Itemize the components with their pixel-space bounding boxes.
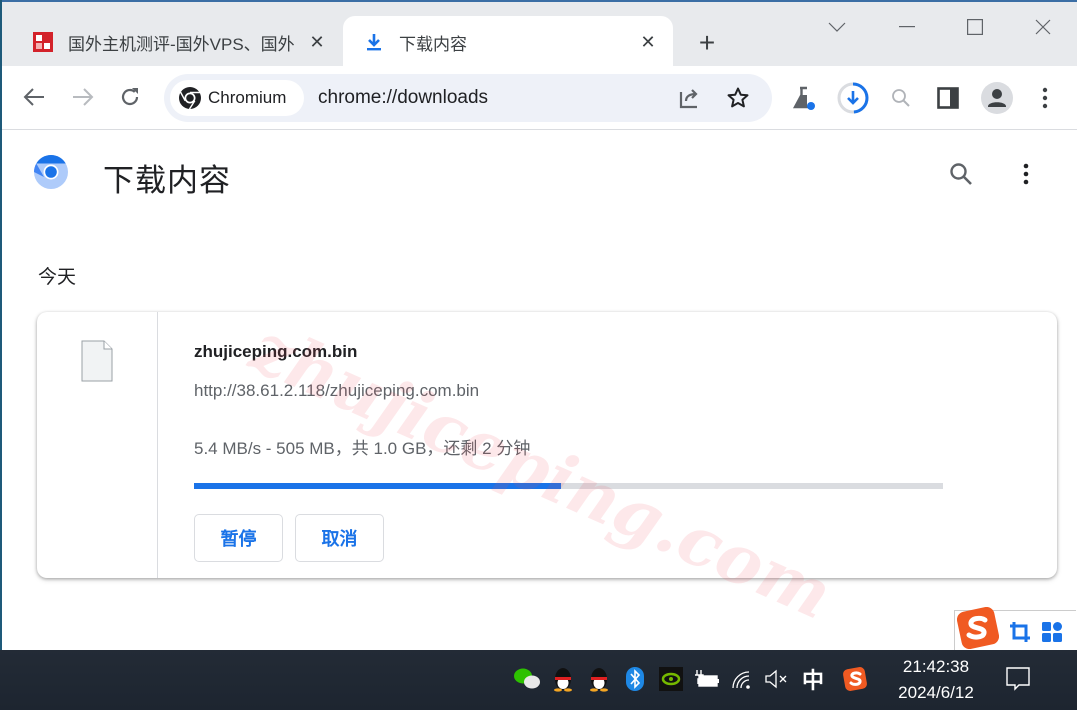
action-center-button[interactable] bbox=[1002, 664, 1034, 694]
new-tab-button[interactable]: + bbox=[692, 27, 722, 58]
omnibox[interactable]: Chromium chrome://downloads bbox=[164, 74, 772, 122]
download-icon bbox=[367, 34, 381, 51]
file-icon bbox=[81, 340, 113, 382]
tab-title: 国外主机测评-国外VPS、国外 bbox=[68, 34, 295, 54]
zoom-indicator-button[interactable] bbox=[883, 80, 919, 116]
share-icon bbox=[679, 89, 698, 109]
qq-icon bbox=[590, 668, 608, 692]
download-filename[interactable]: zhujiceping.com.bin bbox=[194, 342, 357, 362]
page-more-button[interactable] bbox=[1012, 157, 1040, 191]
browser-menu-button[interactable] bbox=[1027, 80, 1063, 116]
date-section-label: 今天 bbox=[38, 267, 77, 288]
clock-time: 21:42:38 bbox=[902, 657, 970, 676]
ime-floating-bar bbox=[954, 607, 1076, 650]
search-downloads-button[interactable] bbox=[944, 157, 978, 191]
battery-charging-icon bbox=[695, 670, 719, 687]
tab-zhujiceping[interactable]: 国外主机测评-国外VPS、国外 ✕ bbox=[12, 16, 342, 68]
download-status: 5.4 MB/s - 505 MB，共 1.0 GB，还剩 2 分钟 bbox=[194, 439, 531, 458]
close-window-button[interactable] bbox=[1023, 12, 1063, 42]
clock-date: 2024/6/12 bbox=[898, 683, 974, 702]
close-tab-icon[interactable]: ✕ bbox=[304, 29, 330, 55]
site-seal-icon bbox=[33, 32, 53, 52]
tab-strip: 国外主机测评-国外VPS、国外 ✕ 下载内容 ✕ + bbox=[2, 0, 1077, 68]
download-progress-bar bbox=[194, 483, 943, 489]
tray-sogou[interactable] bbox=[840, 664, 870, 694]
tray-nvidia[interactable] bbox=[656, 664, 686, 694]
forward-button[interactable] bbox=[66, 80, 100, 114]
labs-button[interactable] bbox=[786, 80, 822, 116]
notification-icon bbox=[1006, 667, 1030, 691]
reload-button[interactable] bbox=[113, 80, 147, 114]
file-icon-column bbox=[37, 312, 158, 578]
tab-downloads[interactable]: 下载内容 ✕ bbox=[343, 16, 673, 68]
tray-battery[interactable] bbox=[692, 664, 722, 694]
ime-mode-indicator[interactable]: 中 bbox=[798, 664, 828, 694]
more-vert-icon bbox=[1023, 163, 1029, 185]
wifi-icon bbox=[732, 671, 750, 689]
maximize-button[interactable] bbox=[955, 12, 995, 42]
crop-screenshot-icon[interactable] bbox=[1009, 621, 1031, 643]
volume-muted-icon bbox=[765, 669, 787, 689]
side-panel-button[interactable] bbox=[930, 80, 966, 116]
sogou-logo-icon[interactable] bbox=[957, 607, 999, 649]
tab-title: 下载内容 bbox=[399, 34, 467, 54]
side-panel-icon bbox=[937, 87, 959, 109]
tray-wifi[interactable] bbox=[728, 664, 758, 694]
downloads-button[interactable] bbox=[835, 80, 871, 116]
cancel-button[interactable]: 取消 bbox=[295, 514, 384, 562]
tray-qq-2[interactable] bbox=[584, 664, 614, 694]
chevron-down-icon bbox=[828, 22, 846, 32]
arrow-right-icon bbox=[73, 88, 94, 106]
downloads-page: 下载内容 今天 zhujiceping.com.bin http://38.61… bbox=[2, 131, 1077, 650]
toolbox-grid-icon[interactable] bbox=[1041, 621, 1063, 643]
download-item-card: zhujiceping.com.bin http://38.61.2.118/z… bbox=[37, 312, 1057, 578]
tray-bluetooth[interactable] bbox=[620, 664, 650, 694]
arrow-left-icon bbox=[23, 88, 44, 106]
profile-button[interactable] bbox=[979, 80, 1015, 116]
maximize-icon bbox=[967, 19, 983, 35]
browser-window: 国外主机测评-国外VPS、国外 ✕ 下载内容 ✕ + Chromium chro… bbox=[2, 0, 1077, 650]
wechat-icon bbox=[514, 668, 540, 689]
share-button[interactable] bbox=[676, 85, 702, 111]
site-chip[interactable]: Chromium bbox=[170, 80, 304, 116]
zoom-icon bbox=[892, 89, 910, 107]
sogou-icon bbox=[843, 667, 867, 691]
profile-avatar-icon bbox=[981, 82, 1013, 114]
chromium-logo-icon bbox=[34, 155, 68, 189]
system-clock[interactable]: 21:42:38 2024/6/12 bbox=[886, 654, 986, 706]
minimize-icon bbox=[899, 26, 915, 28]
bluetooth-icon bbox=[626, 667, 644, 691]
download-source-url[interactable]: http://38.61.2.118/zhujiceping.com.bin bbox=[194, 381, 479, 401]
close-tab-icon[interactable]: ✕ bbox=[635, 29, 661, 55]
bookmark-button[interactable] bbox=[725, 85, 751, 111]
tray-wechat[interactable] bbox=[512, 664, 542, 694]
labs-flask-icon bbox=[792, 86, 815, 110]
chromium-logo-icon bbox=[179, 87, 201, 110]
menu-kebab-icon bbox=[1042, 87, 1048, 109]
close-icon bbox=[1035, 19, 1051, 35]
reload-icon bbox=[121, 88, 139, 106]
url-text[interactable]: chrome://downloads bbox=[318, 87, 488, 109]
download-progress-icon bbox=[837, 82, 869, 114]
qq-icon bbox=[554, 668, 572, 692]
tab-search-button[interactable] bbox=[817, 12, 857, 42]
minimize-button[interactable] bbox=[887, 12, 927, 42]
back-button[interactable] bbox=[17, 80, 51, 114]
search-icon bbox=[950, 163, 972, 185]
pause-button[interactable]: 暂停 bbox=[194, 514, 283, 562]
browser-toolbar: Chromium chrome://downloads bbox=[2, 66, 1077, 130]
bookmark-star-icon bbox=[727, 87, 749, 108]
tray-volume[interactable] bbox=[762, 664, 792, 694]
page-title: 下载内容 bbox=[103, 163, 231, 198]
tray-qq-1[interactable] bbox=[548, 664, 578, 694]
taskbar: 中 21:42:38 2024/6/12 bbox=[0, 650, 1077, 710]
download-progress-fill bbox=[194, 483, 561, 489]
nvidia-icon bbox=[659, 667, 683, 691]
site-chip-label: Chromium bbox=[208, 88, 287, 107]
